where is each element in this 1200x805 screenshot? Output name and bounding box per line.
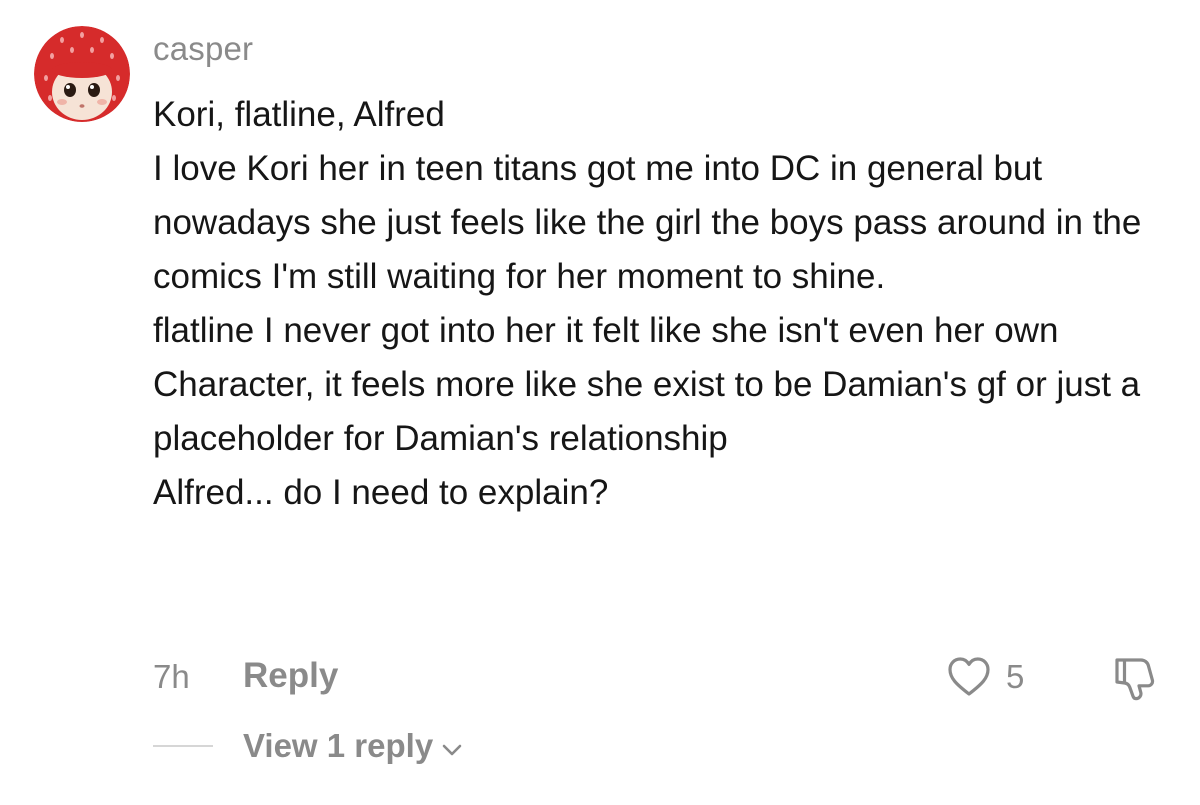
strawberry-doll-avatar-icon bbox=[34, 26, 130, 122]
chevron-down-icon bbox=[441, 727, 463, 765]
like-button[interactable] bbox=[946, 654, 992, 700]
dislike-button[interactable] bbox=[1108, 652, 1160, 704]
comment-text: Kori, flatline, Alfred I love Kori her i… bbox=[153, 95, 1142, 512]
comment: casper Kori, flatline, Alfred I love Kor… bbox=[0, 0, 1200, 805]
view-replies-label: View 1 reply bbox=[243, 727, 434, 764]
heart-outline-icon bbox=[948, 657, 990, 696]
replies-divider bbox=[153, 745, 213, 747]
reply-button[interactable]: Reply bbox=[243, 656, 338, 696]
avatar[interactable] bbox=[34, 26, 130, 122]
like-count: 5 bbox=[1006, 658, 1025, 695]
view-replies-button[interactable]: View 1 reply bbox=[243, 727, 463, 765]
thumbs-down-outline-icon bbox=[1115, 658, 1155, 701]
timestamp: 7h bbox=[153, 658, 190, 695]
username[interactable]: casper bbox=[153, 30, 253, 68]
